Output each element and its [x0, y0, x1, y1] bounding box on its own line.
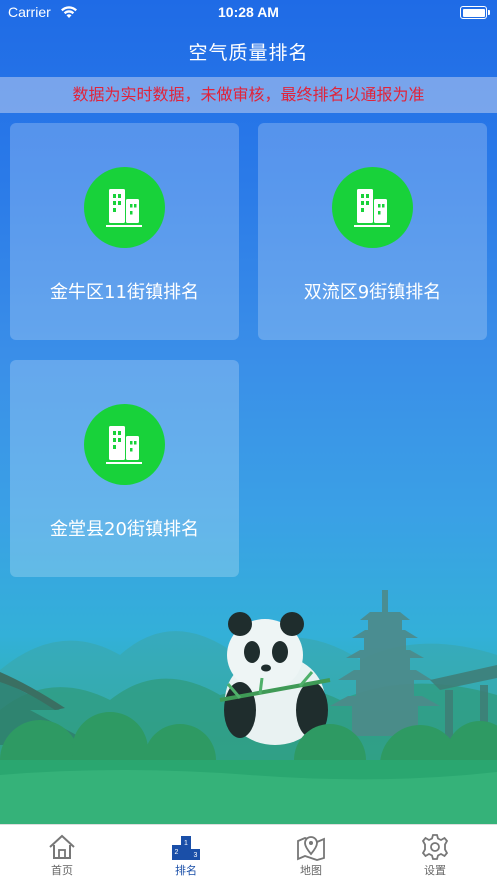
- building-icon: [84, 404, 165, 485]
- page-title: 空气质量排名: [188, 42, 309, 64]
- building-icon: [332, 167, 413, 248]
- clock: 10:28 AM: [218, 4, 279, 20]
- ranking-card-jinniu[interactable]: 金牛区11街镇排名: [10, 123, 239, 340]
- landmark-scenery-illustration: [0, 590, 497, 825]
- tab-home[interactable]: 首页: [0, 825, 124, 883]
- card-label: 双流区9街镇排名: [303, 282, 442, 303]
- status-bar: Carrier 10:28 AM: [0, 0, 497, 26]
- svg-text:3: 3: [194, 852, 198, 859]
- tab-label: 地图: [300, 864, 322, 877]
- svg-text:1: 1: [184, 840, 188, 847]
- ranking-card-jintang[interactable]: 金堂县20街镇排名: [10, 360, 239, 577]
- ranking-card-shuangliu[interactable]: 双流区9街镇排名: [258, 123, 487, 340]
- tab-label: 排名: [175, 864, 197, 877]
- gear-icon: [421, 834, 449, 860]
- data-notice-banner: 数据为实时数据，未做审核，最终排名以通报为准: [0, 77, 497, 113]
- home-icon: [49, 834, 75, 859]
- card-label: 金牛区11街镇排名: [50, 282, 199, 303]
- tab-ranking[interactable]: 1 2 3 排名: [124, 825, 248, 883]
- svg-text:2: 2: [175, 849, 179, 856]
- tab-map[interactable]: 地图: [249, 825, 373, 883]
- building-icon: [84, 167, 165, 248]
- podium-icon: 1 2 3: [172, 836, 200, 860]
- tab-label: 首页: [51, 864, 73, 877]
- bottom-tab-bar: 首页 1 2 3 排名 地图 设置: [0, 824, 497, 883]
- tab-label: 设置: [424, 864, 446, 877]
- tab-settings[interactable]: 设置: [373, 825, 497, 883]
- battery-icon: [460, 6, 490, 19]
- map-pin-icon: [297, 836, 325, 861]
- card-label: 金堂县20街镇排名: [50, 519, 199, 540]
